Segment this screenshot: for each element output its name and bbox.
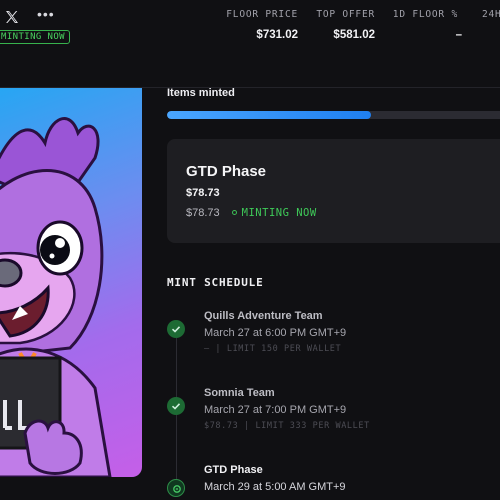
phase-sub-row: $78.73 MINTING NOW bbox=[186, 207, 317, 219]
more-horizontal-icon[interactable]: ••• bbox=[37, 6, 54, 22]
nft-artwork[interactable] bbox=[0, 88, 142, 477]
phase-status: MINTING NOW bbox=[241, 207, 317, 219]
stage-date: March 27 at 7:00 PM GMT+9 bbox=[204, 404, 347, 416]
stage-date: March 27 at 6:00 PM GMT+9 bbox=[204, 327, 347, 339]
minting-now-badge: MINTING NOW bbox=[0, 30, 71, 44]
mint-progress-bar bbox=[167, 111, 500, 119]
active-phase-card[interactable]: GTD Phase $78.73 $78.73 MINTING NOW bbox=[167, 139, 500, 243]
stage-meta: – | LIMIT 150 PER WALLET bbox=[204, 344, 342, 354]
stat-label: TOP OFFER bbox=[316, 9, 375, 20]
status-dot-icon bbox=[231, 210, 237, 216]
stat-label: FLOOR PRICE bbox=[226, 9, 298, 20]
stage-date: March 29 at 5:00 AM GMT+9 bbox=[204, 481, 346, 493]
x-logo-icon[interactable] bbox=[4, 9, 20, 25]
mint-progress-fill bbox=[167, 111, 371, 119]
in-progress-circle-icon bbox=[167, 479, 185, 497]
phase-title: GTD Phase bbox=[186, 163, 267, 180]
stage-name: Somnia Team bbox=[204, 387, 275, 399]
stage-meta: $78.73 | LIMIT 333 PER WALLET bbox=[204, 421, 370, 431]
check-circle-icon bbox=[167, 320, 185, 338]
stage-name: Quills Adventure Team bbox=[204, 310, 323, 322]
stage-name: GTD Phase bbox=[204, 464, 263, 476]
stat-value: $731.02 bbox=[256, 29, 298, 41]
check-circle-icon bbox=[167, 397, 185, 415]
stat-1d-floor: 1D FLOOR % – bbox=[392, 9, 462, 41]
mint-schedule-title: MINT SCHEDULE bbox=[167, 276, 264, 289]
stat-24h: 24H bbox=[482, 9, 500, 29]
collection-header: ••• MINTING NOW FLOOR PRICE $731.02 TOP … bbox=[0, 0, 500, 88]
stat-floor-price: FLOOR PRICE $731.02 bbox=[226, 9, 298, 41]
phase-sub-price: $78.73 bbox=[186, 207, 220, 219]
stat-top-offer: TOP OFFER $581.02 bbox=[316, 9, 375, 41]
stat-value: – bbox=[455, 29, 462, 41]
stat-value: $581.02 bbox=[333, 29, 375, 41]
phase-price: $78.73 bbox=[186, 187, 220, 199]
items-minted-label: Items minted bbox=[167, 87, 235, 99]
nft-character-artwork bbox=[0, 117, 112, 477]
stat-label: 24H bbox=[482, 9, 500, 20]
stat-label: 1D FLOOR % bbox=[392, 9, 458, 20]
